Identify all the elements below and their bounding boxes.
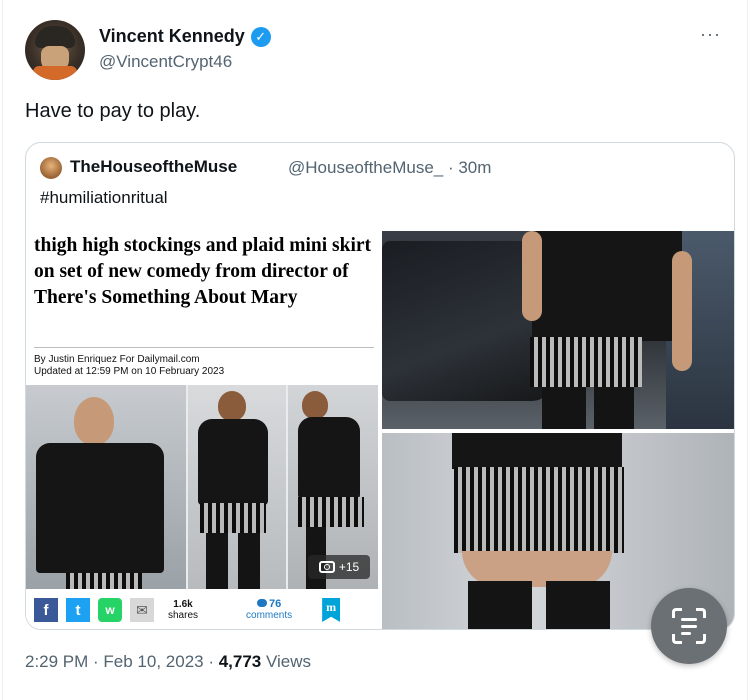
media-grid[interactable]: thigh high stockings and plaid mini skir… (26, 231, 734, 629)
media-photo-top-right[interactable] (382, 231, 734, 429)
photo-person-leg (542, 387, 586, 429)
article-headline: thigh high stockings and plaid mini skir… (34, 235, 372, 308)
views-label: Views (261, 652, 312, 671)
author-avatar[interactable] (25, 20, 85, 80)
timestamp-text[interactable]: 2:29 PM · Feb 10, 2023 · (25, 652, 219, 671)
comments-label: comments (246, 610, 293, 621)
email-icon[interactable]: ✉ (130, 598, 154, 622)
article-share-bar: f t w ✉ 1.6k shares 76 comments m (26, 589, 378, 629)
article-screenshot[interactable]: thigh high stockings and plaid mini skir… (26, 231, 378, 629)
tweet-text: Have to pay to play. (25, 100, 201, 122)
comments-counter[interactable]: 76 comments (246, 598, 293, 622)
photo-person-leg (468, 581, 532, 629)
author-name-text[interactable]: Vincent Kennedy (99, 26, 245, 47)
quoted-hashtag[interactable]: #humiliationritual (40, 188, 168, 208)
views-count: 4,773 (218, 652, 262, 671)
quoted-author-name[interactable]: TheHouseoftheMuse (70, 157, 237, 177)
photo-person-arm (522, 231, 542, 321)
photo-person-leg (206, 533, 228, 589)
photo-person-leg (594, 387, 634, 429)
photo-person-leg (546, 581, 610, 629)
quoted-author-handle-time[interactable]: @HouseoftheMuse_ · 30m (288, 158, 491, 178)
photo-person-head (302, 391, 328, 419)
camera-icon (318, 561, 335, 573)
tweet-timestamp[interactable]: 2:29 PM · Feb 10, 2023 · 4,773 Views (25, 652, 311, 672)
author-name[interactable]: Vincent Kennedy ✓ (99, 26, 271, 47)
photo-person-skirt (530, 337, 642, 387)
article-byline: By Justin Enriquez For Dailymail.com Upd… (34, 347, 374, 378)
article-updated: Updated at 12:59 PM on 10 February 2023 (34, 366, 225, 377)
tweet-card: Vincent Kennedy ✓ @VincentCrypt46 ··· Ha… (2, 0, 748, 700)
photo-person-shirt (452, 433, 622, 469)
quoted-author-avatar[interactable] (40, 157, 62, 179)
author-handle[interactable]: @VincentCrypt46 (99, 52, 232, 72)
comments-count: 76 (268, 598, 282, 610)
comment-bubble-icon (256, 599, 267, 607)
photo-person-skirt (454, 467, 624, 553)
avatar-gear (33, 66, 77, 80)
photo-person-head (74, 397, 114, 445)
photo-count-badge[interactable]: +15 (308, 555, 370, 579)
photo-person-shirt (36, 443, 164, 573)
article-photo-2 (188, 385, 286, 589)
photo-person-leg (238, 533, 260, 589)
photo-person-arm (672, 251, 692, 371)
facebook-icon[interactable]: f (34, 598, 58, 622)
article-photo-strip: +15 (26, 385, 378, 589)
shares-label: shares (168, 610, 199, 621)
photo-person-skirt (298, 497, 364, 527)
whatsapp-icon[interactable]: w (98, 598, 122, 622)
scan-text-button[interactable] (651, 588, 727, 664)
verified-badge-icon: ✓ (250, 26, 271, 47)
shares-count: 1.6k (173, 599, 193, 610)
twitter-icon[interactable]: t (66, 598, 90, 622)
avatar-helmet (35, 26, 75, 48)
article-author: By Justin Enriquez For Dailymail.com (34, 354, 200, 365)
photo-person-shirt (532, 231, 682, 341)
scan-text-icon (672, 608, 706, 644)
photo-person-head (218, 391, 246, 421)
dailymail-bookmark-icon: m (322, 598, 341, 622)
shares-counter: 1.6k shares (168, 599, 198, 621)
more-options-icon[interactable]: ··· (700, 24, 721, 45)
photo-count-text: +15 (338, 560, 360, 574)
quoted-tweet[interactable]: TheHouseoftheMuse @HouseoftheMuse_ · 30m… (25, 142, 735, 630)
photo-person-shirt (198, 419, 268, 505)
photo-person-skirt (200, 503, 266, 533)
photo-person-skirt (66, 573, 142, 589)
photo-person-shirt (298, 417, 360, 499)
article-photo-1 (26, 385, 186, 589)
